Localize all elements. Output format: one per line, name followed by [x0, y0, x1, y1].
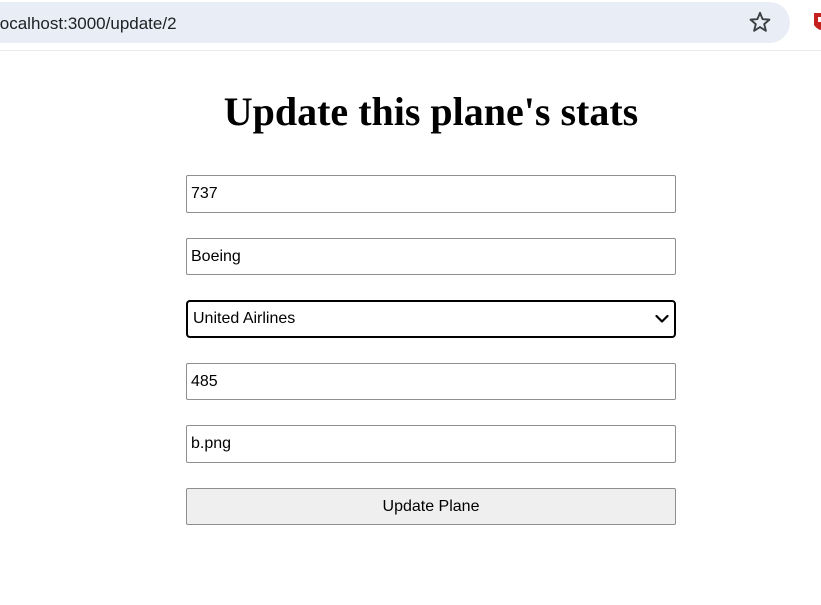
url-text[interactable]: localhost:3000/update/2 [0, 14, 177, 34]
chevron-down-icon [655, 314, 669, 323]
capacity-value: 485 [191, 372, 218, 390]
airline-select[interactable]: United Airlines [186, 300, 676, 338]
image-input[interactable]: b.png [186, 425, 676, 463]
update-plane-label: Update Plane [382, 497, 480, 515]
page-title: Update this plane's stats [223, 89, 639, 134]
model-input[interactable]: 737 [186, 175, 676, 213]
model-value: 737 [191, 185, 218, 202]
airline-selected-value: United Airlines [193, 310, 296, 327]
star-icon[interactable] [748, 10, 772, 34]
shield-icon[interactable] [812, 11, 821, 31]
manufacturer-input[interactable]: Boeing [186, 238, 676, 275]
update-plane-button[interactable]: Update Plane [186, 488, 676, 525]
manufacturer-value: Boeing [191, 247, 241, 265]
image-value: b.png [191, 435, 232, 452]
browser-toolbar: localhost:3000/update/2 [0, 0, 821, 51]
capacity-input[interactable]: 485 [186, 363, 676, 400]
address-bar[interactable]: localhost:3000/update/2 [0, 2, 790, 43]
